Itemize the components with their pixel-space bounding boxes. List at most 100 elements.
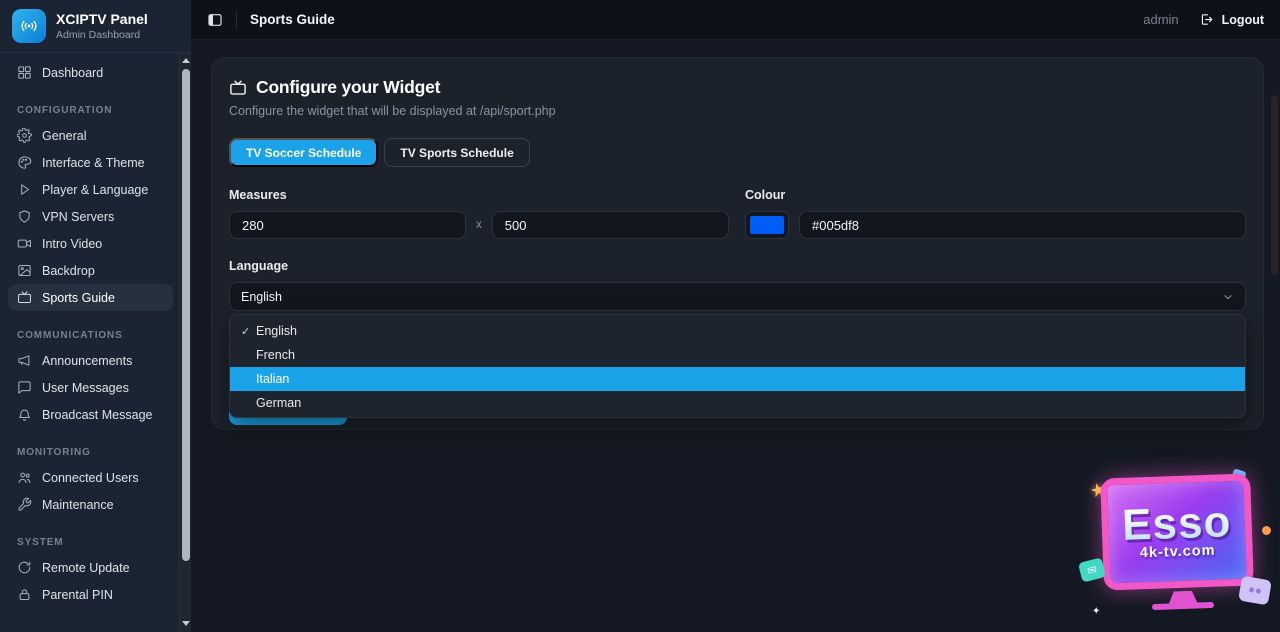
sidebar-item-broadcast-message[interactable]: Broadcast Message bbox=[8, 401, 173, 428]
dropdown-option-german[interactable]: German bbox=[230, 391, 1245, 415]
image-icon bbox=[17, 263, 32, 278]
shield-icon bbox=[17, 209, 32, 224]
sidebar-scrollbar-thumb[interactable] bbox=[182, 69, 190, 561]
sidebar-item-general[interactable]: General bbox=[8, 122, 173, 149]
option-label: German bbox=[256, 396, 301, 410]
card-subtitle: Configure the widget that will be displa… bbox=[229, 104, 1246, 118]
colour-group: Colour bbox=[745, 188, 1246, 239]
sidebar-header: XCIPTV Panel Admin Dashboard bbox=[0, 0, 191, 53]
app-identity: XCIPTV Panel Admin Dashboard bbox=[56, 11, 148, 41]
colour-picker[interactable] bbox=[745, 211, 789, 239]
dropdown-option-italian[interactable]: Italian bbox=[230, 367, 1245, 391]
schedule-tabs: TV Soccer Schedule TV Sports Schedule bbox=[229, 138, 1246, 167]
sidebar-item-label: Parental PIN bbox=[42, 588, 113, 602]
video-camera-icon bbox=[17, 236, 32, 251]
sidebar-item-label: Player & Language bbox=[42, 183, 148, 197]
cube-decoration-icon bbox=[1230, 468, 1246, 484]
wrench-icon bbox=[17, 497, 32, 512]
photo-decoration-icon bbox=[1238, 576, 1272, 606]
sidebar-item-announcements[interactable]: Announcements bbox=[8, 347, 173, 374]
bell-icon bbox=[17, 407, 32, 422]
sidebar-item-maintenance[interactable]: Maintenance bbox=[8, 491, 173, 518]
watermark-tv-stand bbox=[1168, 590, 1198, 605]
option-label: French bbox=[256, 348, 295, 362]
username-label: admin bbox=[1143, 12, 1178, 27]
scroll-down-arrow[interactable] bbox=[180, 616, 191, 630]
dropdown-option-french[interactable]: French bbox=[230, 343, 1245, 367]
app-root: XCIPTV Panel Admin Dashboard Dashboard C… bbox=[0, 0, 1280, 632]
sidebar-heading-monitoring: MONITORING bbox=[17, 447, 173, 458]
measure-height-input[interactable] bbox=[492, 211, 729, 239]
sidebar-item-label: General bbox=[42, 129, 86, 143]
measures-label: Measures bbox=[229, 188, 731, 202]
check-icon: ✓ bbox=[241, 325, 252, 338]
language-selected-value: English bbox=[241, 290, 282, 304]
measures-group: Measures x bbox=[229, 188, 731, 239]
refresh-icon bbox=[17, 560, 32, 575]
page-scrollbar-thumb[interactable] bbox=[1271, 95, 1278, 275]
topbar-divider bbox=[236, 12, 237, 28]
sidebar-nav: Dashboard CONFIGURATION General bbox=[0, 53, 191, 608]
app-subtitle: Admin Dashboard bbox=[56, 29, 148, 41]
sidebar-item-player-language[interactable]: Player & Language bbox=[8, 176, 173, 203]
users-icon bbox=[17, 470, 32, 485]
sidebar-item-label: Announcements bbox=[42, 354, 132, 368]
sidebar-item-dashboard[interactable]: Dashboard bbox=[8, 59, 173, 86]
language-group: Language English bbox=[229, 259, 1246, 311]
sidebar-heading-configuration: CONFIGURATION bbox=[17, 105, 173, 116]
colour-swatch bbox=[750, 216, 784, 234]
watermark-subtitle: 4k-tv.com bbox=[1140, 543, 1216, 562]
sidebar-item-backdrop[interactable]: Backdrop bbox=[8, 257, 173, 284]
sparkle-decoration-icon: ✦ bbox=[1092, 606, 1100, 617]
sidebar-item-user-messages[interactable]: User Messages bbox=[8, 374, 173, 401]
dashboard-icon bbox=[17, 65, 32, 80]
sidebar-item-sports-guide[interactable]: Sports Guide bbox=[8, 284, 173, 311]
watermark-title: Esso bbox=[1121, 502, 1231, 545]
sidebar-heading-system: SYSTEM bbox=[17, 537, 173, 548]
gear-icon bbox=[17, 128, 32, 143]
broadcast-icon bbox=[19, 16, 39, 36]
logout-button[interactable]: Logout bbox=[1199, 12, 1264, 27]
sidebar-heading-communications: COMMUNICATIONS bbox=[17, 330, 173, 341]
chat-bubble-icon bbox=[17, 380, 32, 395]
option-label: Italian bbox=[256, 372, 289, 386]
sidebar-item-label: Backdrop bbox=[42, 264, 95, 278]
star-decoration-icon: ★ bbox=[1088, 478, 1109, 502]
page-title: Sports Guide bbox=[250, 12, 335, 27]
sidebar-item-intro-video[interactable]: Intro Video bbox=[8, 230, 173, 257]
configure-widget-card: Configure your Widget Configure the widg… bbox=[211, 57, 1264, 430]
sidebar-item-parental-pin[interactable]: Parental PIN bbox=[8, 581, 173, 608]
megaphone-icon bbox=[17, 353, 32, 368]
option-label: English bbox=[256, 324, 297, 338]
sidebar-item-label: Connected Users bbox=[42, 471, 139, 485]
colour-label: Colour bbox=[745, 188, 1246, 202]
chevron-down-icon bbox=[1222, 291, 1234, 303]
sidebar-item-vpn-servers[interactable]: VPN Servers bbox=[8, 203, 173, 230]
watermark-logo: ★ Esso 4k-tv.com ✉ ✦ bbox=[1082, 468, 1274, 628]
play-icon bbox=[17, 182, 32, 197]
sidebar-item-label: User Messages bbox=[42, 381, 129, 395]
card-title: Configure your Widget bbox=[256, 77, 440, 98]
language-label: Language bbox=[229, 259, 1246, 273]
tv-icon bbox=[17, 290, 32, 305]
language-select[interactable]: English bbox=[229, 282, 1246, 311]
scroll-up-arrow[interactable] bbox=[180, 53, 191, 67]
tv-widget-icon bbox=[229, 79, 247, 97]
measure-width-input[interactable] bbox=[229, 211, 466, 239]
dot-decoration bbox=[1262, 526, 1271, 535]
sidebar-item-interface-theme[interactable]: Interface & Theme bbox=[8, 149, 173, 176]
dropdown-option-english[interactable]: ✓ English bbox=[230, 319, 1245, 343]
app-logo bbox=[12, 9, 46, 43]
sidebar-item-label: VPN Servers bbox=[42, 210, 114, 224]
colour-hex-input[interactable] bbox=[799, 211, 1246, 239]
sidebar-item-remote-update[interactable]: Remote Update bbox=[8, 554, 173, 581]
sidebar-item-label: Maintenance bbox=[42, 498, 114, 512]
sidebar-toggle-icon[interactable] bbox=[207, 12, 223, 28]
tab-tv-sports-schedule[interactable]: TV Sports Schedule bbox=[384, 138, 529, 167]
topbar: Sports Guide admin Logout bbox=[191, 0, 1280, 40]
tab-tv-soccer-schedule[interactable]: TV Soccer Schedule bbox=[229, 138, 378, 167]
sidebar-item-connected-users[interactable]: Connected Users bbox=[8, 464, 173, 491]
sidebar-item-label: Sports Guide bbox=[42, 291, 115, 305]
sidebar-scrollbar[interactable] bbox=[179, 53, 191, 632]
palette-icon bbox=[17, 155, 32, 170]
